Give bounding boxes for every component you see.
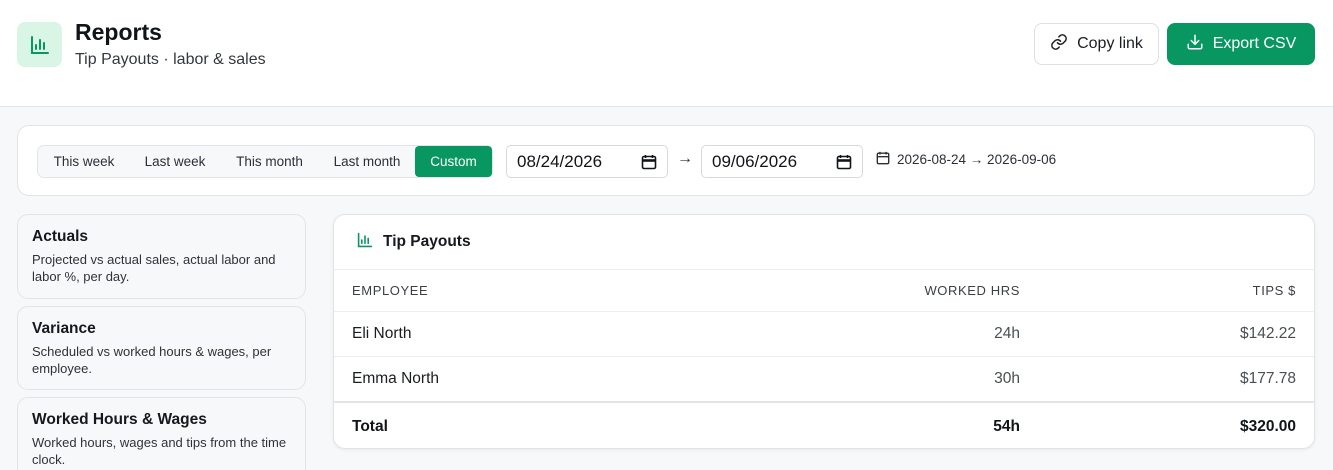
copy-link-label: Copy link	[1077, 35, 1143, 52]
report-card-title: Worked Hours & Wages	[32, 411, 207, 428]
copy-link-button[interactable]: Copy link	[1034, 23, 1159, 65]
column-header-worked-hrs[interactable]: WORKED HRS	[924, 270, 1020, 311]
download-icon	[1186, 33, 1204, 56]
tips-amount: $177.78	[1239, 370, 1296, 387]
table-total-row: Total 54h $320.00	[334, 403, 1314, 448]
start-date-value: 08/24/2026	[517, 151, 603, 171]
date-filter-card: This week Last week This month Last mont…	[17, 125, 1315, 196]
preset-custom[interactable]: Custom	[415, 146, 492, 177]
calendar-icon[interactable]	[641, 154, 657, 170]
selected-range-label: 2026-08-24 → 2026-09-06	[876, 151, 1056, 168]
range-label-text: 2026-08-24 → 2026-09-06	[897, 152, 1057, 167]
preset-last-month[interactable]: Last month	[319, 146, 415, 177]
report-card-description: Scheduled vs worked hours & wages, per e…	[32, 344, 272, 376]
report-card-description: Worked hours, wages and tips from the ti…	[32, 435, 287, 467]
column-header-tips[interactable]: TIPS $	[1253, 270, 1296, 311]
page-subtitle: Tip Payouts · labor & sales	[75, 51, 266, 68]
total-worked-hours: 54h	[993, 417, 1020, 435]
report-card-variance[interactable]: Variance Scheduled vs worked hours & wag…	[17, 306, 306, 390]
reports-chart-icon	[17, 22, 62, 67]
range-arrow: →	[677, 150, 693, 167]
employee-name: Emma North	[352, 370, 439, 387]
calendar-icon	[876, 151, 890, 168]
export-csv-label: Export CSV	[1212, 35, 1297, 52]
column-header-employee[interactable]: EMPLOYEE	[352, 270, 428, 311]
report-card-description: Projected vs actual sales, actual labor …	[32, 252, 276, 284]
report-card-actuals[interactable]: Actuals Projected vs actual sales, actua…	[17, 214, 306, 299]
top-bar: Reports Tip Payouts · labor & sales Copy…	[0, 0, 1333, 107]
tips-amount: $142.22	[1239, 325, 1296, 342]
preset-this-week[interactable]: This week	[38, 146, 130, 177]
export-csv-button[interactable]: Export CSV	[1167, 23, 1315, 65]
total-tips: $320.00	[1239, 417, 1296, 435]
table-title: Tip Payouts	[383, 233, 471, 250]
report-card-title: Actuals	[32, 228, 88, 245]
table-header: Tip Payouts	[334, 215, 1314, 270]
table-column-headers: EMPLOYEE WORKED HRS TIPS $	[334, 270, 1314, 312]
end-date-value: 09/06/2026	[712, 151, 798, 171]
worked-hours: 30h	[994, 370, 1020, 387]
employee-name: Eli North	[352, 325, 412, 342]
total-label: Total	[352, 417, 388, 435]
start-date-input[interactable]: 08/24/2026	[506, 145, 668, 178]
report-card-title: Variance	[32, 320, 96, 337]
preset-this-month[interactable]: This month	[220, 146, 319, 177]
date-preset-selector: This week Last week This month Last mont…	[37, 145, 493, 178]
preset-last-week[interactable]: Last week	[130, 146, 220, 177]
worked-hours: 24h	[994, 325, 1020, 342]
end-date-input[interactable]: 09/06/2026	[701, 145, 863, 178]
table-row[interactable]: Emma North 30h $177.78	[334, 357, 1314, 403]
link-icon	[1050, 33, 1068, 56]
page-title: Reports	[75, 19, 162, 45]
report-card-worked-hours-wages[interactable]: Worked Hours & Wages Worked hours, wages…	[17, 397, 306, 470]
calendar-icon[interactable]	[836, 154, 852, 170]
bar-chart-icon	[357, 232, 373, 253]
table-row[interactable]: Eli North 24h $142.22	[334, 312, 1314, 357]
tip-payouts-table-card: Tip Payouts EMPLOYEE WORKED HRS TIPS $ E…	[333, 214, 1315, 449]
